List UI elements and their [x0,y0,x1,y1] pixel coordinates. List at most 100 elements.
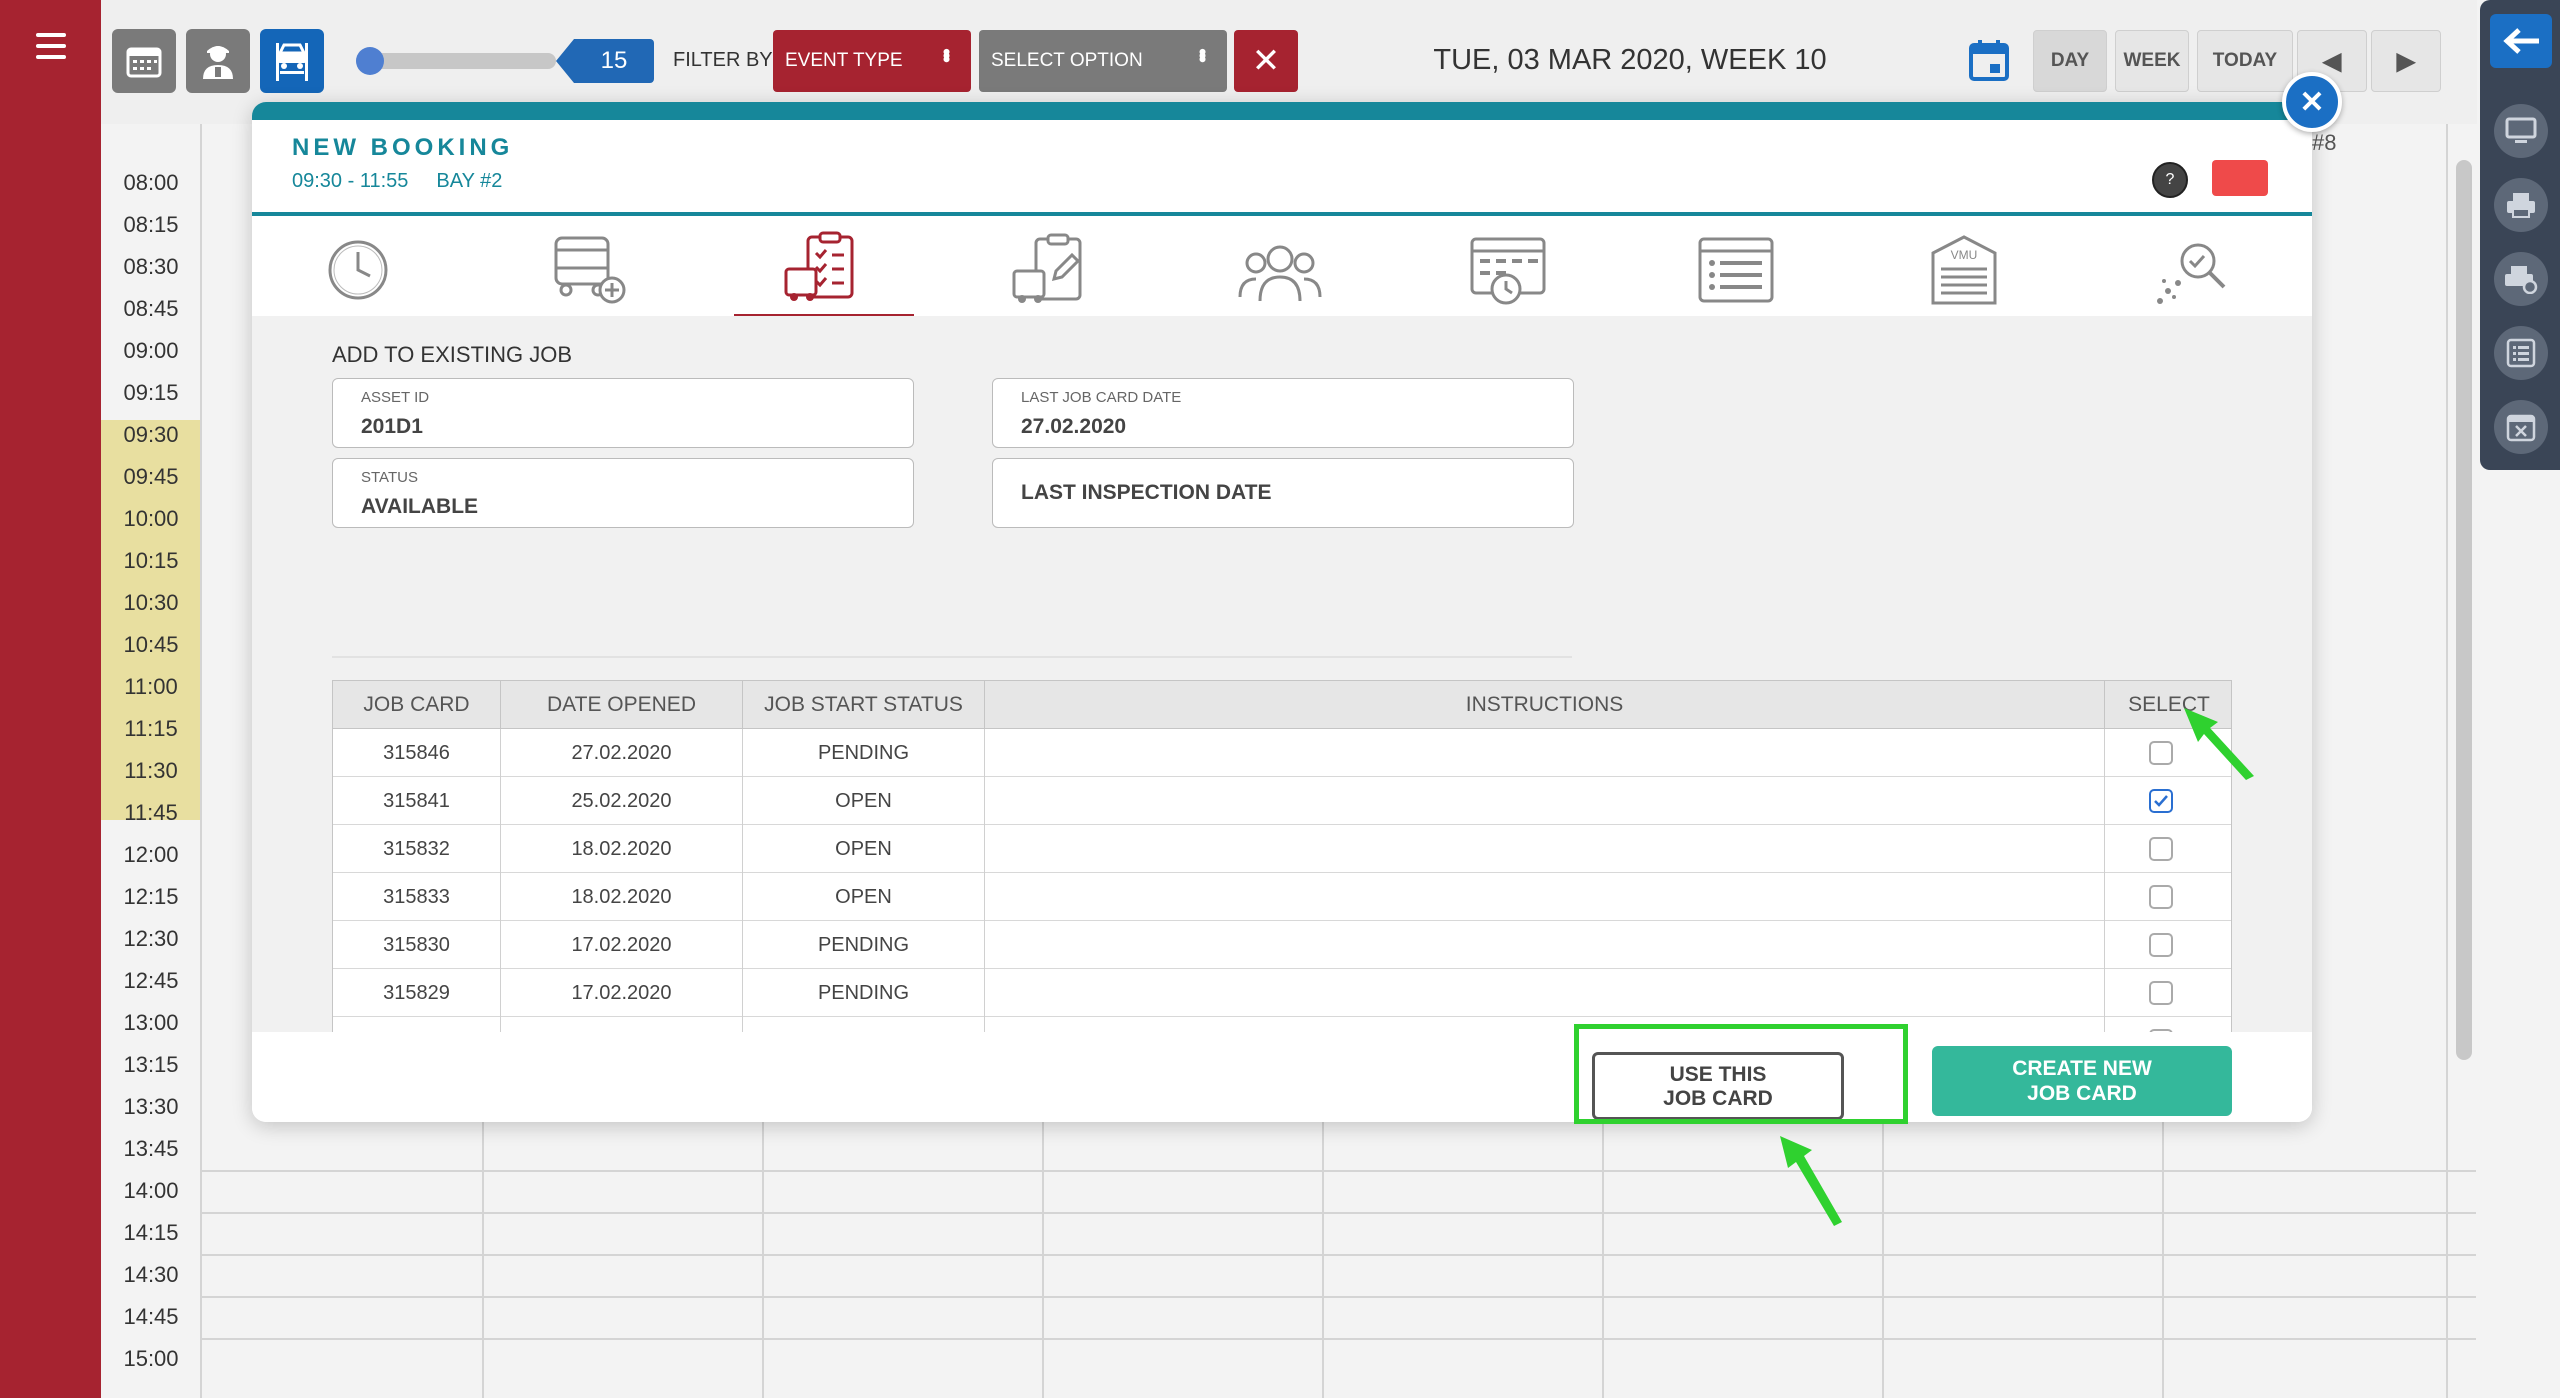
status-color-indicator[interactable] [2212,160,2268,196]
cell-date-opened: 17.02.2020 [501,921,743,969]
grid-row-line [200,1254,2476,1256]
monitor-button[interactable] [2494,104,2548,158]
cell-status: OPEN [743,777,985,825]
modal-body: ADD TO EXISTING JOB ASSET ID 201D1 LAST … [252,316,2312,1113]
asset-id-field[interactable]: ASSET ID 201D1 [332,378,914,448]
time-label: 11:45 [124,800,178,825]
select-checkbox[interactable] [2149,837,2173,861]
vertical-scrollbar[interactable] [2456,160,2472,1060]
cell-instructions [985,729,2105,777]
cell-date-opened: 25.02.2020 [501,777,743,825]
calendar-icon [1969,40,2009,81]
technician-view-button[interactable] [186,29,250,93]
col-job-card[interactable]: JOB CARD [333,681,501,729]
zoom-slider-track[interactable] [356,53,556,69]
last-inspection-date-label: LAST INSPECTION DATE [1021,481,1272,504]
chevron-right-icon: ▶ [2396,47,2416,75]
table-row[interactable]: 315832 18.02.2020 OPEN [333,825,2231,873]
app-root: 15 FILTER BY: EVENT TYPE ••• SELECT OPTI… [0,0,2560,1398]
tab-job-card[interactable] [734,222,914,318]
tab-search-analytics[interactable] [2102,222,2282,318]
cell-instructions [985,873,2105,921]
annotation-arrow-icon [1780,1136,1842,1226]
time-label: 11:00 [124,674,178,699]
team-icon [1238,245,1322,302]
time-label: 14:15 [123,1220,179,1245]
grid-row-line [200,1338,2476,1340]
tab-time[interactable] [268,222,448,318]
select-checkbox[interactable] [2149,789,2173,813]
time-label: 09:00 [123,338,179,363]
bay-view-button[interactable] [260,29,324,93]
calendar-view-button[interactable] [112,29,176,93]
grid-row-line [200,1212,2476,1214]
event-type-filter[interactable]: EVENT TYPE ••• [773,30,971,92]
col-instructions[interactable]: INSTRUCTIONS [985,681,2105,729]
select-checkbox[interactable] [2149,933,2173,957]
modal-subtitle: 09:30 - 11:55 BAY #2 [292,170,530,193]
booking-time-range: 09:30 - 11:55 [292,170,409,192]
table-row[interactable]: 315830 17.02.2020 PENDING [333,921,2231,969]
time-label: 13:45 [123,1136,179,1161]
clear-filter-button[interactable]: ✕ [1234,30,1298,92]
calendar-grid-icon [126,47,162,78]
list-button[interactable] [2494,326,2548,380]
modal-top-stripe [252,102,2312,120]
close-modal-button[interactable]: ✕ [2282,72,2342,132]
tab-schedule[interactable] [1418,222,1598,318]
zoom-slider-handle[interactable] [356,47,384,75]
time-label: 12:15 [123,884,179,909]
collapse-sidebar-button[interactable] [2490,14,2552,68]
tab-team[interactable] [1190,222,1370,318]
status-field[interactable]: STATUS AVAILABLE [332,458,914,528]
arrow-left-icon [2503,28,2539,54]
checkmark-icon [2154,795,2168,807]
table-row[interactable]: 315829 17.02.2020 PENDING [333,969,2231,1017]
create-new-job-card-button[interactable]: CREATE NEW JOB CARD [1932,1046,2232,1116]
table-row[interactable]: 315833 18.02.2020 OPEN [333,873,2231,921]
close-icon: ✕ [2299,85,2325,119]
view-today-button[interactable]: TODAY [2197,30,2293,92]
col-job-start-status[interactable]: JOB START STATUS [743,681,985,729]
bus-add-icon [554,236,626,304]
cell-status: OPEN [743,825,985,873]
tab-vehicle-add[interactable] [498,222,678,318]
slider-value-badge: 15 [556,39,654,83]
tab-vehicle-edit[interactable] [962,222,1142,318]
grid-column-line [200,124,202,1398]
time-label: 13:00 [123,1010,179,1035]
table-row[interactable]: 315841 25.02.2020 OPEN [333,777,2231,825]
time-label: 08:15 [123,212,179,237]
table-header: JOB CARD DATE OPENED JOB START STATUS IN… [333,681,2231,729]
view-week-button[interactable]: WEEK [2115,30,2189,92]
last-job-card-date-field[interactable]: LAST JOB CARD DATE 27.02.2020 [992,378,1574,448]
tab-list[interactable] [1646,222,1826,318]
help-button[interactable]: ? [2152,162,2188,198]
cell-status: PENDING [743,729,985,777]
table-row[interactable]: 315846 27.02.2020 PENDING [333,729,2231,777]
select-checkbox[interactable] [2149,741,2173,765]
time-label: 11:30 [124,758,178,783]
col-date-opened[interactable]: DATE OPENED [501,681,743,729]
date-picker-button[interactable] [1968,38,2010,82]
annotation-arrow-icon [2184,708,2254,780]
select-checkbox[interactable] [2149,885,2173,909]
last-inspection-date-field[interactable]: LAST INSPECTION DATE [992,458,1574,528]
time-label: 14:30 [123,1262,179,1287]
more-options-icon: ••• [934,48,959,60]
select-option-filter[interactable]: SELECT OPTION ••• [979,30,1227,92]
next-day-button[interactable]: ▶ [2371,30,2441,92]
cell-status: PENDING [743,921,985,969]
list-icon [1698,237,1774,303]
schedule-icon [1470,237,1546,305]
tab-vmu[interactable]: VMU [1874,222,2054,318]
hamburger-menu-icon[interactable] [36,33,66,59]
cell-instructions [985,921,2105,969]
print-settings-button[interactable] [2494,252,2548,306]
select-checkbox[interactable] [2149,981,2173,1005]
cell-instructions [985,969,2105,1017]
cell-job-card: 315841 [333,777,501,825]
view-day-button[interactable]: DAY [2033,30,2107,92]
print-button[interactable] [2494,178,2548,232]
cancel-date-button[interactable] [2494,400,2548,454]
